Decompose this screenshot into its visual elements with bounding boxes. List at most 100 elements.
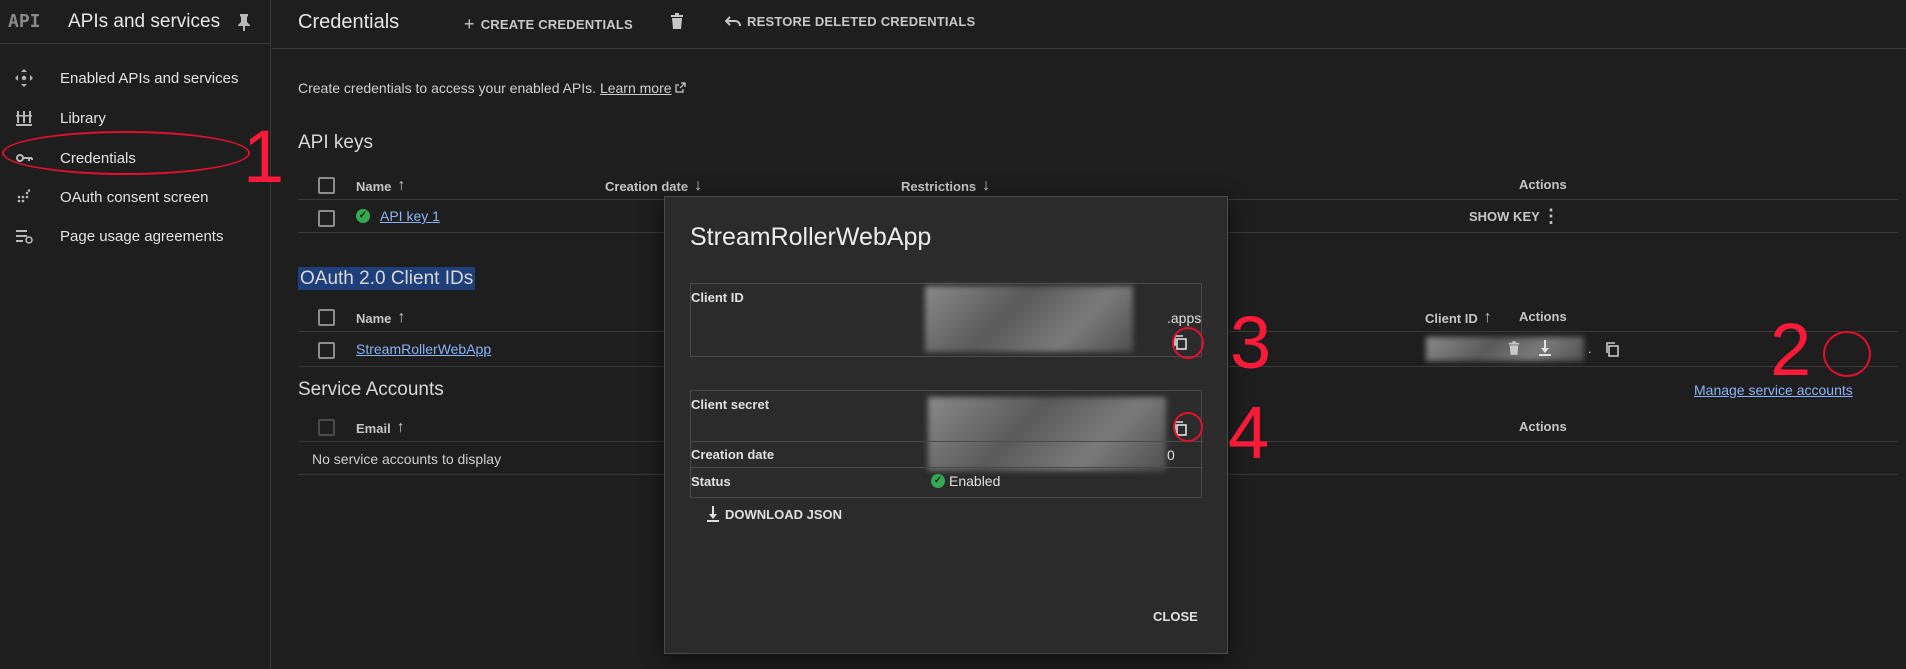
annotation-ring-copy-secret [1173,412,1203,442]
sidebar-item-label: Page usage agreements [60,227,224,245]
divider [691,441,1203,442]
restore-deleted-label: RESTORE DELETED CREDENTIALS [747,14,976,29]
column-name[interactable]: Name ↑ [356,177,405,195]
redacted-client-secret [928,397,1166,471]
oauth-client-name: StreamRollerWebApp [356,341,492,357]
client-id-suffix: .apps [1167,310,1202,326]
check-circle-icon: ✓ [356,209,370,223]
sidebar-item-oauth-consent[interactable]: OAuth consent screen [0,177,271,217]
column-restrictions-label: Restrictions [901,178,977,194]
api-keys-title: API keys [298,132,373,153]
sort-up-icon: ↑ [396,419,405,436]
creation-date-value: 0 [1167,447,1175,463]
sidebar-item-page-usage[interactable]: Page usage agreements [0,216,271,256]
learn-more-label: Learn more [599,80,672,96]
column-email[interactable]: Email ↑ [356,419,405,437]
status-value: ✓ Enabled [931,473,1000,489]
sort-up-icon: ↑ [1483,309,1492,326]
column-creation-date[interactable]: Creation date ↓ [605,177,702,195]
sort-up-icon: ↑ [397,177,406,194]
annotation-number-4: 4 [1228,391,1270,474]
column-actions: Actions [1519,177,1567,192]
column-actions: Actions [1519,309,1567,324]
sidebar-item-label: OAuth consent screen [60,188,209,206]
sidebar-item-label: Library [60,109,106,127]
page-title: Credentials [298,11,400,33]
check-circle-icon: ✓ [931,474,945,488]
sidebar-item-label: Enabled APIs and services [60,69,239,87]
sort-down-icon: ↓ [694,177,703,194]
show-key-button[interactable]: SHOW KEY [1469,209,1540,224]
oauth-client-link[interactable]: StreamRollerWebApp [356,341,491,357]
column-name[interactable]: Name ↑ [356,309,405,327]
delete-icon[interactable] [670,13,684,29]
api-logo: API [8,11,41,32]
client-secret-label: Client secret [691,397,770,412]
close-button[interactable]: CLOSE [1153,609,1198,624]
annotation-number-2: 2 [1770,308,1812,391]
column-restrictions[interactable]: Restrictions ↓ [901,177,990,195]
enabled-apis-icon [15,69,33,87]
sort-up-icon: ↑ [397,309,406,326]
oauth-title: OAuth 2.0 Client IDs [298,267,476,290]
select-all-checkbox[interactable] [318,177,335,194]
sidebar-header: API APIs and services [0,0,270,44]
column-creation-date-label: Creation date [605,178,689,194]
intro-sentence: Create credentials to access your enable… [298,80,597,96]
column-name-label: Name [356,310,392,326]
sidebar-title: APIs and services [68,10,221,32]
row-checkbox[interactable] [318,210,335,227]
select-all-checkbox [318,419,335,436]
creation-date-label: Creation date [691,447,775,462]
download-json-button[interactable]: DOWNLOAD JSON [705,505,842,523]
dialog-title: StreamRollerWebApp [690,223,932,251]
external-link-icon [675,82,687,93]
service-accounts-title: Service Accounts [298,379,444,400]
divider [691,467,1203,468]
client-id-box: Client ID .apps [690,283,1202,357]
api-key-link[interactable]: API key 1 [380,208,440,224]
status-text: Enabled [949,473,1001,489]
client-secret-box: Client secret Creation date 0 Status ✓ E… [690,390,1203,498]
annotation-number-3: 3 [1230,301,1272,384]
column-client-id[interactable]: Client ID ↑ [1425,309,1492,327]
page-usage-icon [16,230,33,244]
learn-more-link[interactable]: Learn more [600,80,672,96]
more-vert-icon[interactable]: ⋮ [1542,206,1560,227]
download-icon[interactable] [1537,339,1553,357]
copy-icon[interactable] [1604,341,1620,357]
create-credentials-label: CREATE CREDENTIALS [480,17,633,32]
intro-text: Create credentials to access your enable… [298,80,687,96]
api-key-name-cell: ✓ API key 1 [356,208,440,224]
sort-down-icon: ↓ [982,177,991,194]
sidebar: API APIs and services Enabled APIs and s… [0,0,271,669]
library-icon [16,111,32,126]
redacted-client-id [925,286,1133,352]
annotation-ring-credentials [2,131,250,175]
download-icon [707,506,719,522]
oauth-consent-icon [17,189,31,203]
client-details-dialog: StreamRollerWebApp Client ID .apps Clien… [664,196,1228,654]
annotation-ring-copy-client-id [1172,327,1204,359]
undo-icon [725,15,741,26]
create-credentials-button[interactable]: + CREATE CREDENTIALS [464,14,633,35]
oauth-title-text: OAuth 2.0 Client IDs [298,267,476,290]
annotation-number-1: 1 [243,115,285,198]
client-id-suffix: . [1588,341,1592,356]
empty-state-text: No service accounts to display [312,451,502,467]
download-json-label: DOWNLOAD JSON [725,506,842,522]
column-client-id-label: Client ID [1425,310,1478,326]
row-checkbox[interactable] [318,342,335,359]
client-id-label: Client ID [691,290,744,305]
annotation-ring-download [1823,331,1871,377]
plus-icon: + [464,14,475,34]
column-actions: Actions [1519,419,1567,434]
column-name-label: Name [356,178,392,194]
delete-icon[interactable] [1508,341,1520,355]
redacted-client-id [1426,337,1584,361]
select-all-checkbox[interactable] [318,309,335,326]
sidebar-item-enabled-apis[interactable]: Enabled APIs and services [0,58,271,98]
column-email-label: Email [356,420,391,436]
restore-deleted-button[interactable]: RESTORE DELETED CREDENTIALS [725,14,975,29]
pin-icon[interactable] [236,13,252,31]
